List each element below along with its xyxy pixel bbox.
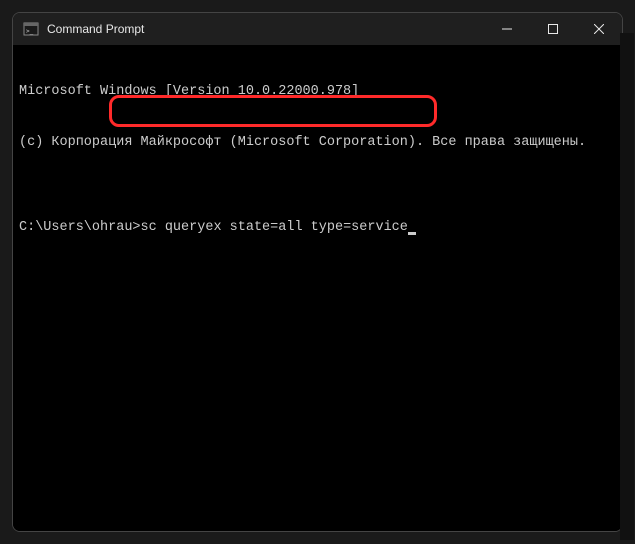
window-controls <box>484 13 622 45</box>
window-title: Command Prompt <box>47 22 484 36</box>
titlebar[interactable]: >_ Command Prompt <box>13 13 622 45</box>
version-line: Microsoft Windows [Version 10.0.22000.97… <box>19 83 616 100</box>
command-text: sc queryex state=all type=service <box>141 220 408 235</box>
minimize-button[interactable] <box>484 13 530 45</box>
cmd-icon: >_ <box>23 21 39 37</box>
command-prompt-window: >_ Command Prompt Microsoft Windows [Ver… <box>12 12 623 532</box>
prompt-text: C:\Users\ohrau> <box>19 220 141 235</box>
scrollbar-track <box>620 33 623 532</box>
copyright-line: (c) Корпорация Майкрософт (Microsoft Cor… <box>19 134 616 151</box>
maximize-button[interactable] <box>530 13 576 45</box>
terminal-output[interactable]: Microsoft Windows [Version 10.0.22000.97… <box>13 45 622 531</box>
close-button[interactable] <box>576 13 622 45</box>
svg-text:>_: >_ <box>26 28 34 35</box>
prompt-line: C:\Users\ohrau>sc queryex state=all type… <box>19 219 616 236</box>
vertical-scrollbar[interactable] <box>620 33 623 532</box>
text-cursor <box>408 232 416 235</box>
